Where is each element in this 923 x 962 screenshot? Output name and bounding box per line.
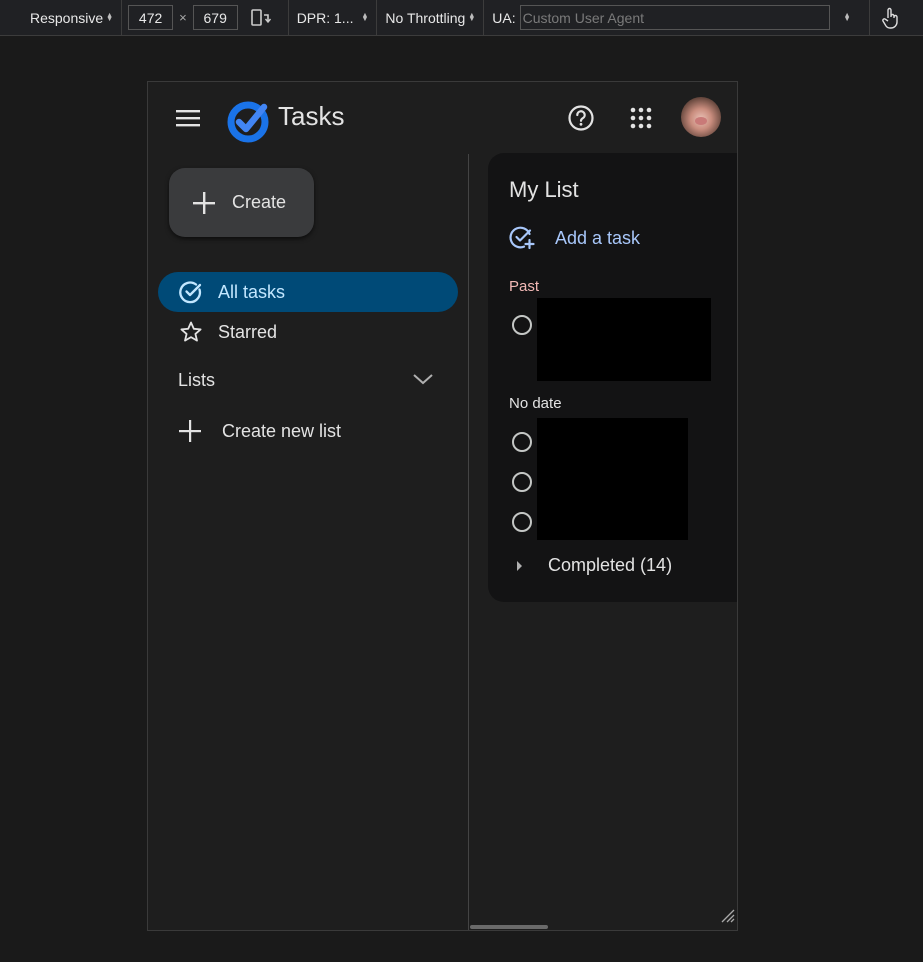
resize-handle-icon[interactable] [719,907,735,928]
create-new-list-label: Create new list [222,420,342,441]
device-mode-select[interactable]: Responsive ▲ ▼ [0,0,121,35]
select-caret-icon: ▲ ▼ [106,11,114,23]
task-checkbox[interactable] [512,512,532,532]
star-icon [178,319,204,345]
section-label-no-date: No date [509,395,562,412]
rotate-icon[interactable] [250,8,272,28]
nav-label-all-tasks: All tasks [218,281,286,302]
select-caret-icon: ▲ ▼ [361,11,369,23]
throttling-label: No Throttling [385,9,466,26]
device-mode-label: Responsive [30,9,104,26]
redacted-tasks [537,418,688,540]
horizontal-scrollbar[interactable] [470,925,548,929]
redacted-task [537,298,711,381]
add-task-label: Add a task [555,227,641,248]
plus-icon [178,419,202,443]
task-checkbox[interactable] [512,472,532,492]
select-caret-icon: ▲ ▼ [468,11,476,23]
width-input[interactable]: 472 [128,5,174,30]
add-task-button[interactable]: Add a task [509,225,640,251]
plus-icon [193,191,215,214]
ua-label: UA: [492,9,516,26]
app-header: Tasks [148,82,737,154]
tasks-logo-icon [226,98,272,144]
dimension-times: × [179,10,187,25]
select-caret-icon[interactable]: ▲ ▼ [844,12,851,23]
list-card: My List Add a task Past No date Complete… [488,153,737,602]
main-menu-icon[interactable] [175,106,201,130]
section-label-past: Past [509,278,540,295]
check-circle-icon [178,279,204,305]
task-checkbox[interactable] [512,315,532,335]
apps-grid-icon[interactable] [629,106,653,130]
lists-heading: Lists [178,370,216,390]
nav-item-all-tasks[interactable]: All tasks [158,272,458,312]
height-input[interactable]: 679 [192,5,238,30]
dpr-select[interactable]: DPR: 1... ▲ ▼ [289,0,377,35]
app-title: Tasks [278,101,345,131]
list-title: My List [509,177,579,202]
help-icon[interactable] [567,104,595,132]
throttling-select[interactable]: No Throttling ▲ ▼ [377,0,483,35]
account-avatar[interactable] [681,97,721,137]
touch-icon[interactable] [870,0,908,35]
completed-label: Completed (14) [548,555,673,575]
nav-item-starred[interactable]: Starred [158,312,458,352]
create-new-list-button[interactable]: Create new list [178,419,341,443]
completed-toggle[interactable]: Completed (14) [514,555,672,576]
add-task-icon [509,225,535,251]
dpr-label: DPR: 1... [296,9,354,26]
create-label: Create [232,192,287,212]
caret-right-icon [514,559,524,573]
chevron-down-icon[interactable] [412,372,434,391]
task-checkbox[interactable] [512,432,532,452]
user-agent-input[interactable] [519,5,830,30]
panel-divider [468,154,469,930]
device-viewport: Tasks Create All tasks Starred Lists Cre… [147,81,738,931]
nav-label-starred: Starred [218,321,278,342]
device-toolbar: Responsive ▲ ▼ 472 × 679 DPR: 1... ▲ ▼ No … [0,0,923,36]
create-button[interactable]: Create [169,168,314,237]
